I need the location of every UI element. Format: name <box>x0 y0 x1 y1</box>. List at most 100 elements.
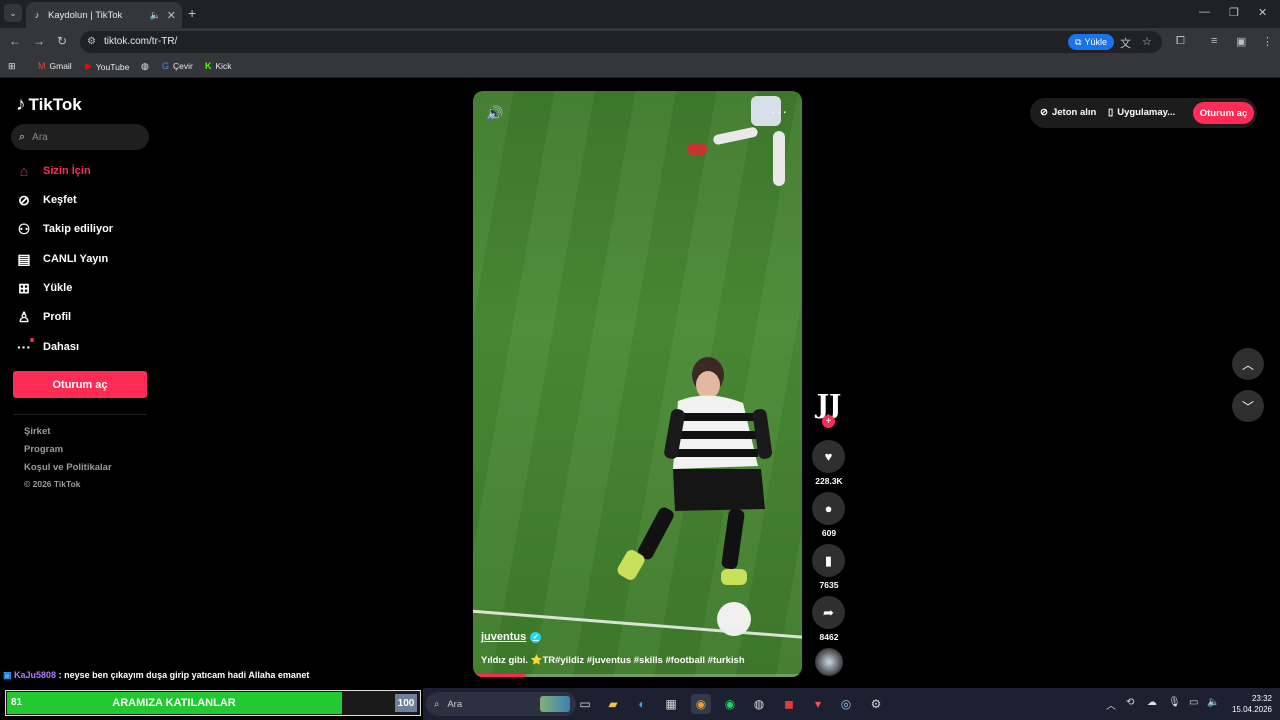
like-button[interactable]: ♥ <box>812 440 845 473</box>
tab-audio-icon[interactable]: 🔈 <box>150 10 161 21</box>
get-coins-label: Jeton alın <box>1051 107 1097 118</box>
like-count: 228.3K <box>815 476 843 486</box>
upload-plus-icon: ⊞ <box>18 279 30 296</box>
bookmark-globe[interactable]: ◍ <box>141 61 149 72</box>
edge-icon[interactable]: ◐ <box>632 694 652 714</box>
comment-button[interactable]: ● <box>812 492 845 525</box>
bookmark-cevir[interactable]: G Çevir <box>162 61 193 71</box>
search-icon: ⌕ <box>19 130 26 143</box>
discord-icon[interactable]: ◍ <box>749 694 769 714</box>
get-app-label: Uygulamay... <box>1117 107 1176 118</box>
app-red-icon[interactable]: ◼ <box>779 694 799 714</box>
volume-icon[interactable]: 🔊 <box>486 105 503 122</box>
video-player[interactable]: 🔊 ··· juventus ✓ Yıldız gibi. ⭐TR#yildiz… <box>473 91 802 677</box>
tiktok-page: ♪ TikTok ⌕ Ara ⌂ Sizin İçin ⊘ Keşfet ⚇ T… <box>0 78 1280 688</box>
nav-following[interactable]: ⚇ Takip ediliyor <box>16 219 113 239</box>
search-icon: ⌕ <box>434 698 440 710</box>
bookmark-gmail[interactable]: M Gmail <box>38 61 72 71</box>
tab-close-icon[interactable]: ✕ <box>167 9 176 22</box>
previous-video-button[interactable]: ︿ <box>1232 348 1264 380</box>
nav-live[interactable]: ▤ CANLI Yayın <box>16 249 108 269</box>
tray-chevron-up-icon[interactable]: ︿ <box>1106 697 1116 712</box>
bookmark-star-icon[interactable]: ☆ <box>1142 35 1152 48</box>
live-tv-icon: ▤ <box>17 250 31 267</box>
window-close-icon[interactable]: ✕ <box>1258 6 1267 19</box>
nav-for-you[interactable]: ⌂ Sizin İçin <box>16 161 91 181</box>
task-view-icon[interactable]: ▭ <box>575 694 595 714</box>
tab-search-icon[interactable]: ⌄ <box>4 4 22 22</box>
get-app-button[interactable]: ▯ Uygulamay... <box>1108 107 1175 118</box>
tray-cloud-icon[interactable]: ☁ <box>1147 697 1157 708</box>
header-actions: ⊘ Jeton alın ▯ Uygulamay... Oturum aç <box>1030 98 1257 128</box>
translate-icon[interactable]: 文 <box>1120 35 1131 51</box>
file-explorer-icon[interactable]: ▰ <box>603 694 623 714</box>
nav-profile[interactable]: ♙ Profil <box>16 307 71 327</box>
site-info-icon[interactable]: ⚙ <box>87 36 96 47</box>
chrome-icon[interactable]: ◉ <box>691 694 711 714</box>
tray-network-icon[interactable]: ▭ <box>1189 697 1198 708</box>
copyright: © 2026 TikTok <box>24 479 81 489</box>
music-disc-icon[interactable] <box>815 648 843 676</box>
profile-icon[interactable]: ▣ <box>1236 35 1246 48</box>
windows-taskbar: ⌕ Ara ▭ ▰ ◐ ▦ ◉ ◉ ◍ ◼ ▾ ◎ ⚙ ︿ ⟲ ☁ 🎙 ▭ 🔈 … <box>423 688 1280 720</box>
nav-label: Keşfet <box>43 194 77 206</box>
forward-icon[interactable]: → <box>33 34 45 48</box>
footer-terms-link[interactable]: Koşul ve Politikalar <box>24 462 112 473</box>
settings-gear-icon[interactable]: ⚙ <box>866 694 886 714</box>
video-more-icon[interactable]: ··· <box>771 103 788 119</box>
share-count: 8462 <box>819 632 839 642</box>
sidebar-login-button[interactable]: Oturum aç <box>13 371 147 398</box>
save-count: 7635 <box>819 580 839 590</box>
share-button[interactable]: ➦ <box>812 596 845 629</box>
nav-explore[interactable]: ⊘ Keşfet <box>16 190 77 210</box>
follow-plus-icon[interactable]: + <box>822 415 835 428</box>
bookmark-kick[interactable]: K Kick <box>205 61 232 71</box>
footer-company-link[interactable]: Şirket <box>24 426 50 437</box>
back-icon[interactable]: ← <box>9 34 21 48</box>
browser-tab[interactable]: ♪ Kaydolun | TikTok 🔈 ✕ <box>26 2 182 28</box>
bookmark-youtube[interactable]: ▶ YouTube <box>85 61 129 72</box>
nav-upload[interactable]: ⊞ Yükle <box>16 278 72 298</box>
tray-sync-icon[interactable]: ⟲ <box>1126 697 1134 708</box>
get-coins-button[interactable]: ⊘ Jeton alın <box>1040 107 1096 118</box>
nav-label: Dahası <box>43 341 80 353</box>
restore-icon[interactable]: ❐ <box>1229 6 1239 19</box>
extensions-icon[interactable]: ⧠ <box>1176 35 1185 48</box>
media-control-icon[interactable]: ≡ <box>1211 35 1217 47</box>
pocket-icon[interactable]: ▾ <box>808 694 828 714</box>
clock-time: 23:32 <box>1251 694 1272 703</box>
address-bar[interactable]: ⚙ tiktok.com/tr-TR/ ⧉ Yükle 文 ☆ <box>80 31 1162 53</box>
video-progress-bar[interactable] <box>473 674 802 677</box>
search-input[interactable]: ⌕ Ara <box>11 124 149 150</box>
menu-kebab-icon[interactable]: ⋮ <box>1262 35 1273 48</box>
reload-icon[interactable]: ↻ <box>57 34 67 48</box>
nav-more[interactable]: ··· Dahası <box>16 337 79 357</box>
apps-grid-icon[interactable]: ⊞ <box>8 61 16 72</box>
new-tab-icon[interactable]: + <box>188 5 196 21</box>
header-login-button[interactable]: Oturum aç <box>1193 102 1254 124</box>
spotify-icon[interactable]: ◉ <box>720 694 740 714</box>
bookmark-label: Çevir <box>173 61 193 71</box>
video-author[interactable]: juventus ✓ <box>481 631 542 643</box>
gmail-icon: M <box>38 61 46 71</box>
bookmarks-bar: ⊞ M Gmail ▶ YouTube ◍ G Çevir K Kick <box>0 56 1280 78</box>
profile-icon: ♙ <box>17 308 31 325</box>
install-app-chip[interactable]: ⧉ Yükle <box>1068 34 1114 50</box>
taskbar-clock[interactable]: 23:32 15.04.2026 <box>1228 693 1272 715</box>
share-arrow-icon: ➦ <box>823 604 834 620</box>
nav-label: CANLI Yayın <box>43 253 109 265</box>
video-progress-fill <box>473 674 526 677</box>
footer-program-link[interactable]: Program <box>24 444 63 455</box>
brand-name: TikTok <box>28 95 82 114</box>
minimize-icon[interactable]: — <box>1199 6 1210 18</box>
tiktok-logo[interactable]: ♪ TikTok <box>16 94 82 116</box>
steam-icon[interactable]: ◎ <box>836 694 856 714</box>
tray-mic-icon[interactable]: 🎙 <box>1168 697 1181 708</box>
next-video-button[interactable]: ﹀ <box>1232 390 1264 422</box>
taskbar-search[interactable]: ⌕ Ara <box>426 692 576 716</box>
author-username: juventus <box>481 631 527 643</box>
clock-date: 15.04.2026 <box>1231 705 1272 714</box>
save-button[interactable]: ▮ <box>812 544 845 577</box>
tray-volume-icon[interactable]: 🔈 <box>1207 697 1219 708</box>
store-icon[interactable]: ▦ <box>661 694 681 714</box>
